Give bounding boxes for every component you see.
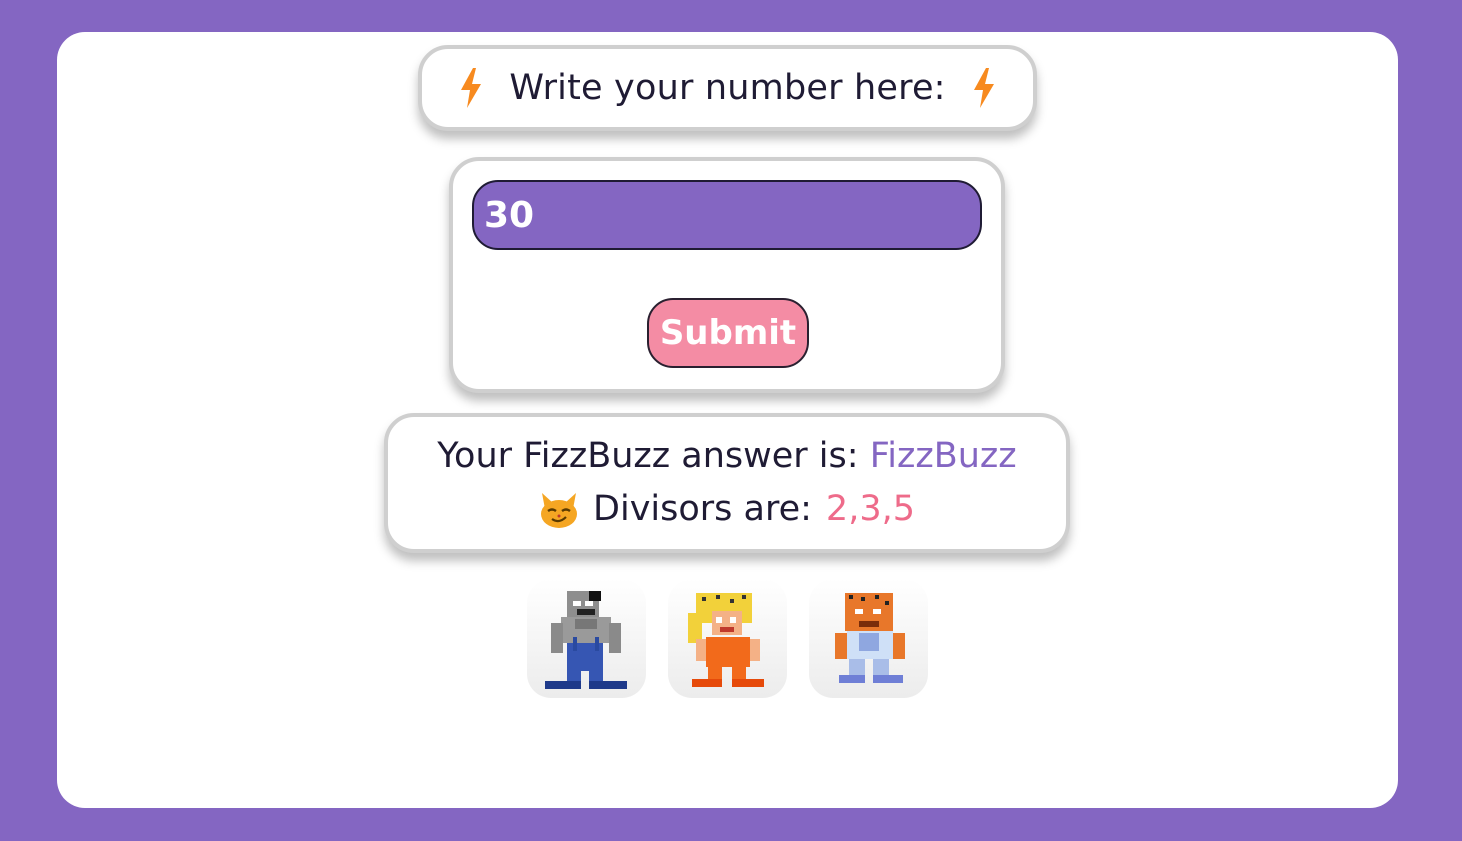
answer-line: Your FizzBuzz answer is: FizzBuzz: [437, 430, 1016, 483]
divisors-value: 2,3,5: [825, 489, 915, 529]
divisors-label: Divisors are:: [593, 489, 812, 529]
answer-label: Your FizzBuzz answer is:: [437, 436, 859, 476]
submit-button[interactable]: Submit: [647, 298, 809, 368]
lightning-bolt-icon: [459, 68, 483, 108]
smirking-cat-icon: [539, 491, 579, 529]
main-card: Write your number here: Submit Your Fizz…: [57, 32, 1398, 808]
answer-value: FizzBuzz: [869, 436, 1017, 476]
avatar-gray-wolf[interactable]: [527, 579, 646, 698]
prompt-banner: Write your number here:: [418, 45, 1037, 131]
prompt-title: Write your number here:: [509, 68, 946, 108]
number-input[interactable]: [472, 180, 982, 250]
divisors-line: Divisors are: 2,3,5: [539, 483, 915, 536]
result-panel: Your FizzBuzz answer is: FizzBuzz Diviso…: [384, 413, 1070, 553]
number-form: Submit: [449, 157, 1005, 393]
avatar-orange-tiger[interactable]: [809, 579, 928, 698]
lightning-bolt-icon: [972, 68, 996, 108]
avatar-blonde-orange[interactable]: [668, 579, 787, 698]
avatar-row: [527, 579, 928, 698]
